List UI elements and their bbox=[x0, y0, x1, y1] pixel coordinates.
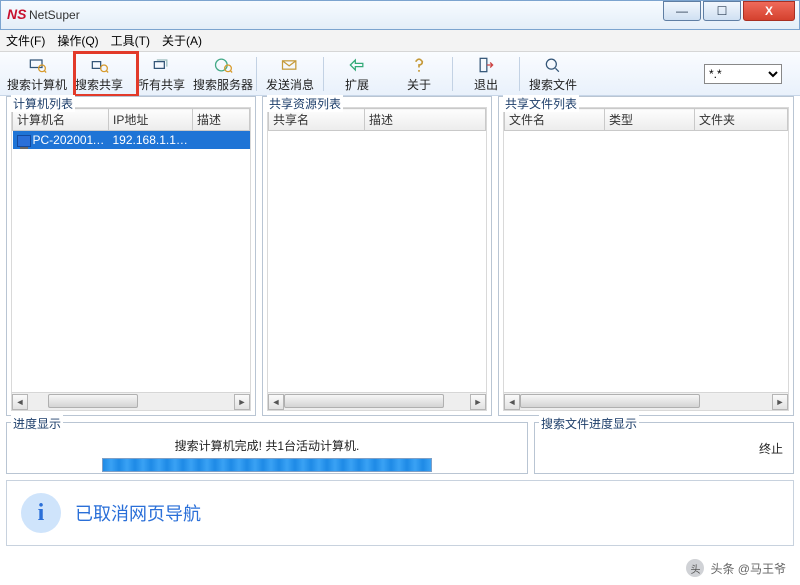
all-share-button[interactable]: 所有共享 bbox=[130, 54, 192, 94]
search-computer-label: 搜索计算机 bbox=[7, 76, 67, 93]
col-type[interactable]: 类型 bbox=[605, 109, 695, 131]
toolbar-separator bbox=[256, 57, 257, 91]
menu-about[interactable]: 关于(A) bbox=[162, 32, 202, 49]
file-list-label: 共享文件列表 bbox=[503, 95, 579, 112]
progress-row: 进度显示 搜索计算机完成! 共1台活动计算机. 搜索文件进度显示 终止 bbox=[6, 422, 794, 474]
search-file-button[interactable]: 搜索文件 bbox=[522, 54, 584, 94]
file-filter-select[interactable]: *.* bbox=[704, 64, 782, 84]
computer-list-label: 计算机列表 bbox=[11, 95, 75, 112]
scroll-left-arrow[interactable]: ◄ bbox=[504, 394, 520, 410]
exit-icon bbox=[475, 55, 497, 75]
exit-label: 退出 bbox=[474, 76, 498, 93]
all-share-label: 所有共享 bbox=[137, 76, 185, 93]
file-progress-label: 搜索文件进度显示 bbox=[539, 415, 639, 432]
about-label: 关于 bbox=[407, 76, 431, 93]
horizontal-scrollbar[interactable]: ◄ ► bbox=[504, 392, 788, 410]
send-message-label: 发送消息 bbox=[266, 76, 314, 93]
file-list-panel: 共享文件列表 文件名 类型 文件夹 ◄ ► bbox=[498, 96, 794, 416]
window-title: NetSuper bbox=[29, 8, 80, 22]
search-file-label: 搜索文件 bbox=[529, 76, 577, 93]
progress-label: 进度显示 bbox=[11, 415, 63, 432]
info-icon: i bbox=[21, 493, 61, 533]
scroll-thumb[interactable] bbox=[284, 394, 444, 408]
file-progress-panel: 搜索文件进度显示 终止 bbox=[534, 422, 794, 474]
scroll-left-arrow[interactable]: ◄ bbox=[12, 394, 28, 410]
work-area: 计算机列表 计算机名 IP地址 描述 PC-2020011… 192.168.1… bbox=[0, 96, 800, 416]
stop-button[interactable]: 终止 bbox=[759, 440, 783, 457]
search-file-icon bbox=[542, 55, 564, 75]
scroll-left-arrow[interactable]: ◄ bbox=[268, 394, 284, 410]
share-list-label: 共享资源列表 bbox=[267, 95, 343, 112]
extend-icon bbox=[346, 55, 368, 75]
watermark: 头 头条 @马王爷 bbox=[686, 559, 786, 577]
cell-desc bbox=[193, 131, 250, 150]
progress-bar bbox=[102, 458, 432, 472]
cell-computer-name: PC-2020011… bbox=[33, 133, 109, 147]
toolbar-separator bbox=[323, 57, 324, 91]
title-bar: NS NetSuper — ☐ X bbox=[0, 0, 800, 30]
search-server-button[interactable]: 搜索服务器 bbox=[192, 54, 254, 94]
watermark-text: 头条 @马王爷 bbox=[710, 560, 786, 577]
scroll-right-arrow[interactable]: ► bbox=[470, 394, 486, 410]
send-message-button[interactable]: 发送消息 bbox=[259, 54, 321, 94]
search-server-icon bbox=[212, 55, 234, 75]
menu-file[interactable]: 文件(F) bbox=[6, 32, 45, 49]
question-icon bbox=[408, 55, 430, 75]
col-ip[interactable]: IP地址 bbox=[109, 109, 193, 131]
toolbar-separator bbox=[519, 57, 520, 91]
cell-ip: 192.168.1.102 bbox=[109, 131, 193, 150]
envelope-icon bbox=[279, 55, 301, 75]
search-share-button[interactable]: 搜索共享 bbox=[68, 54, 130, 94]
search-computer-icon bbox=[26, 55, 48, 75]
progress-status-text: 搜索计算机完成! 共1台活动计算机. bbox=[175, 437, 360, 454]
search-share-icon bbox=[88, 55, 110, 75]
share-list-panel: 共享资源列表 共享名 描述 ◄ ► bbox=[262, 96, 492, 416]
search-server-label: 搜索服务器 bbox=[193, 76, 253, 93]
computer-list-table[interactable]: 计算机名 IP地址 描述 PC-2020011… 192.168.1.102 bbox=[12, 108, 250, 149]
horizontal-scrollbar[interactable]: ◄ ► bbox=[268, 392, 486, 410]
scroll-thumb[interactable] bbox=[48, 394, 138, 408]
scroll-right-arrow[interactable]: ► bbox=[234, 394, 250, 410]
app-icon: NS bbox=[7, 6, 25, 24]
info-banner: i 已取消网页导航 bbox=[6, 480, 794, 546]
exit-button[interactable]: 退出 bbox=[455, 54, 517, 94]
computer-list-panel: 计算机列表 计算机名 IP地址 描述 PC-2020011… 192.168.1… bbox=[6, 96, 256, 416]
scroll-right-arrow[interactable]: ► bbox=[772, 394, 788, 410]
all-share-icon bbox=[150, 55, 172, 75]
about-button[interactable]: 关于 bbox=[388, 54, 450, 94]
close-button[interactable]: X bbox=[743, 1, 795, 21]
col-folder[interactable]: 文件夹 bbox=[695, 109, 788, 131]
menu-operate[interactable]: 操作(Q) bbox=[57, 32, 98, 49]
search-share-label: 搜索共享 bbox=[75, 76, 123, 93]
avatar: 头 bbox=[686, 559, 704, 577]
menu-tool[interactable]: 工具(T) bbox=[111, 32, 150, 49]
file-filter[interactable]: *.* bbox=[704, 64, 782, 84]
toolbar-separator bbox=[452, 57, 453, 91]
table-row[interactable]: PC-2020011… 192.168.1.102 bbox=[13, 131, 250, 150]
minimize-button[interactable]: — bbox=[663, 1, 701, 21]
scroll-thumb[interactable] bbox=[520, 394, 700, 408]
progress-panel: 进度显示 搜索计算机完成! 共1台活动计算机. bbox=[6, 422, 528, 474]
search-computer-button[interactable]: 搜索计算机 bbox=[6, 54, 68, 94]
maximize-button[interactable]: ☐ bbox=[703, 1, 741, 21]
toolbar: 搜索计算机 搜索共享 所有共享 搜索服务器 发送消息 扩展 关于 退出 搜索文件… bbox=[0, 52, 800, 96]
extend-label: 扩展 bbox=[345, 76, 369, 93]
progress-fill bbox=[103, 459, 431, 471]
col-share-desc[interactable]: 描述 bbox=[365, 109, 486, 131]
extend-button[interactable]: 扩展 bbox=[326, 54, 388, 94]
col-desc[interactable]: 描述 bbox=[193, 109, 250, 131]
window-controls: — ☐ X bbox=[663, 1, 795, 21]
info-message: 已取消网页导航 bbox=[75, 500, 201, 526]
computer-icon bbox=[17, 135, 31, 147]
menu-bar: 文件(F) 操作(Q) 工具(T) 关于(A) bbox=[0, 30, 800, 52]
horizontal-scrollbar[interactable]: ◄ ► bbox=[12, 392, 250, 410]
